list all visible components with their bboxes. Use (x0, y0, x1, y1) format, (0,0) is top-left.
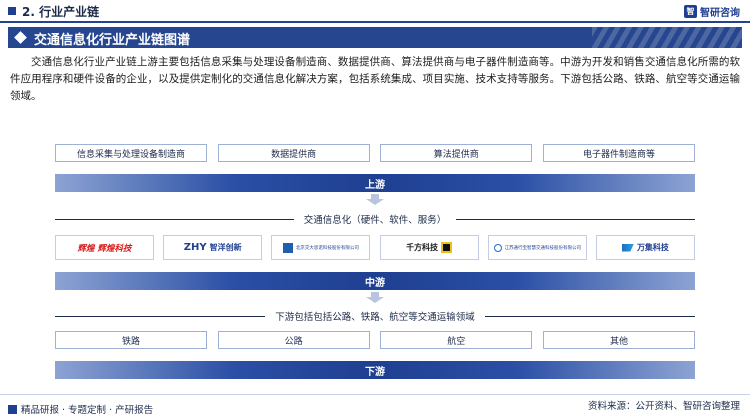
footer-divider (0, 394, 750, 395)
upstream-band: 上游 (55, 174, 695, 192)
logo-text: 辉煌 (77, 243, 95, 254)
upstream-items: 信息采集与处理设备制造商 数据提供商 算法提供商 电子器件制造商等 (55, 144, 695, 162)
section-title: 2. 行业产业链 (22, 5, 100, 19)
midstream-logos: 辉煌 辉煌科技 ZHY 智洋创新 北京交大思诺科技股份有限公司 千方科技 江苏通… (55, 235, 695, 260)
wanji-mark-icon (621, 243, 634, 252)
upstream-item: 数据提供商 (217, 144, 370, 162)
downstream-title: 下游包括包括公路、铁路、航空等交通运输领域 (275, 312, 475, 323)
huihuang-logo: 辉煌 辉煌科技 (55, 235, 154, 260)
midstream-title: 交通信息化（硬件、软件、服务） (303, 215, 447, 226)
down-arrow-icon (366, 194, 384, 205)
upstream-item: 算法提供商 (380, 144, 533, 162)
diamond-icon (14, 31, 27, 44)
upstream-item: 信息采集与处理设备制造商 (55, 144, 207, 162)
qianfang-mark-icon (441, 242, 453, 253)
downstream-item: 航空 (380, 331, 533, 349)
logo-text: 辉煌科技 (97, 243, 132, 254)
banner-stripe-decoration (592, 27, 742, 48)
qianfang-logo: 千方科技 (379, 235, 479, 260)
sinuo-mark-icon (282, 242, 293, 253)
downstream-band: 下游 (55, 361, 695, 379)
downstream-title-row: 下游包括包括公路、铁路、航空等交通运输领域 (55, 309, 696, 323)
sinuo-logo: 北京交大思诺科技股份有限公司 (271, 235, 371, 260)
footer-source: 资料来源：公开资料、智研咨询整理 (587, 401, 740, 412)
section-square-icon (8, 7, 16, 15)
downstream-items: 铁路 公路 航空 其他 (55, 331, 695, 349)
down-arrow-icon (366, 292, 384, 303)
divider-line (55, 218, 294, 220)
logo-text: 万集科技 (636, 243, 669, 252)
upstream-item: 电子器件制造商等 (542, 144, 695, 162)
midstream-title-row: 交通信息化（硬件、软件、服务） (55, 212, 696, 226)
zhiyang-logo: ZHY 智洋创新 (163, 235, 263, 260)
top-divider (0, 21, 750, 23)
downstream-item: 铁路 (55, 331, 207, 349)
footer-tagline: 精品研报 · 专题定制 · 产研报告 (21, 405, 154, 416)
logo-text: ZHY (183, 242, 207, 253)
divider-line (456, 218, 696, 220)
footer-logo-icon (8, 404, 17, 414)
logo-text: 智洋创新 (209, 243, 242, 252)
logo-text: 千方科技 (406, 243, 439, 252)
brand-logo-icon: 智 (684, 4, 697, 18)
divider-line (55, 315, 266, 317)
description-paragraph: 交通信息化行业产业链上游主要包括信息采集与处理设备制造商、数据提供商、算法提供商… (10, 56, 740, 102)
midstream-band: 中游 (55, 272, 695, 290)
logo-text: 北京交大思诺科技股份有限公司 (295, 245, 359, 251)
divider-line (484, 315, 696, 317)
tongxingbao-logo: 江苏通行宝智慧交通科技股份有限公司 (487, 235, 587, 260)
tongxingbao-mark-icon (493, 243, 502, 252)
heading-banner: 交通信息化行业产业链图谱 (8, 27, 742, 48)
footer-left: 精品研报 · 专题定制 · 产研报告 (8, 402, 153, 416)
top-bar: 2. 行业产业链 智 智研咨询 (0, 0, 750, 23)
logo-text: 江苏通行宝智慧交通科技股份有限公司 (504, 245, 582, 251)
wanji-logo: 万集科技 (595, 235, 695, 260)
page-title: 交通信息化行业产业链图谱 (34, 33, 191, 48)
downstream-item: 其他 (542, 331, 695, 349)
brand-name: 智研咨询 (700, 7, 740, 19)
brand: 智 智研咨询 (684, 3, 740, 19)
downstream-item: 公路 (217, 331, 370, 349)
